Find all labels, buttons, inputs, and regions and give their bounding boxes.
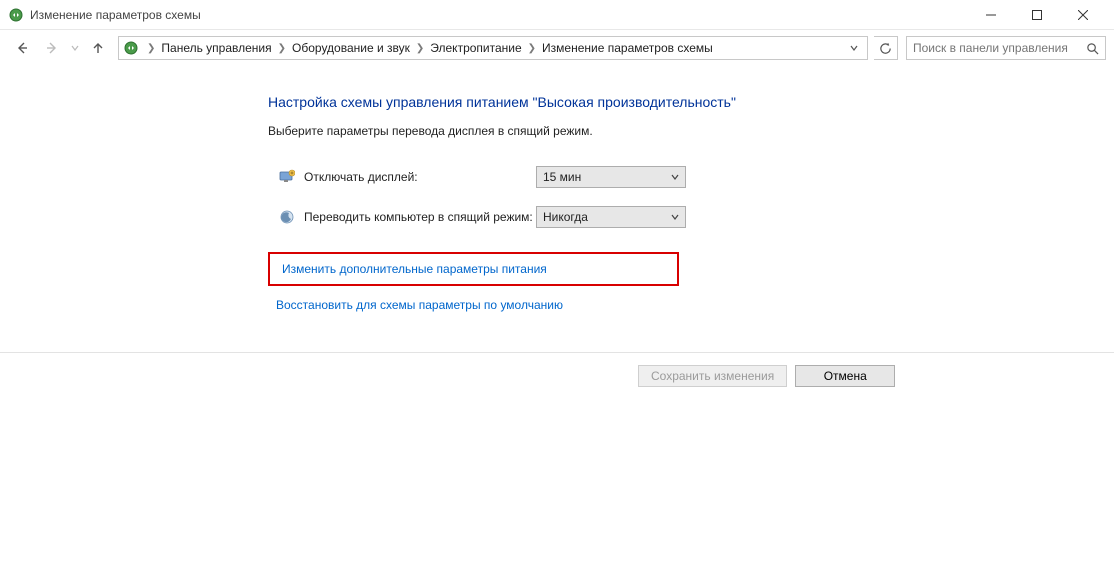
close-button[interactable] (1060, 0, 1106, 30)
breadcrumb-item[interactable]: Электропитание (429, 39, 522, 57)
chevron-right-icon[interactable]: ❯ (273, 43, 291, 54)
search-icon[interactable] (1085, 41, 1099, 55)
navigation-row: ❯ Панель управления ❯ Оборудование и зву… (0, 30, 1114, 66)
maximize-button[interactable] (1014, 0, 1060, 30)
app-icon (8, 7, 24, 23)
sleep-icon (278, 208, 296, 226)
recent-dropdown[interactable] (68, 36, 82, 60)
links-block: Изменить дополнительные параметры питани… (268, 252, 1094, 318)
page-subheading: Выберите параметры перевода дисплея в сп… (268, 124, 1094, 138)
setting-row-sleep: Переводить компьютер в спящий режим: Ник… (278, 206, 1094, 228)
chevron-down-icon (671, 210, 679, 224)
breadcrumb-item[interactable]: Панель управления (160, 39, 272, 57)
breadcrumb-item[interactable]: Изменение параметров схемы (541, 39, 714, 57)
forward-button[interactable] (38, 36, 66, 60)
content-area: Настройка схемы управления питанием "Выс… (0, 66, 1114, 338)
up-button[interactable] (84, 36, 112, 60)
breadcrumb-item[interactable]: Оборудование и звук (291, 39, 411, 57)
setting-label: Переводить компьютер в спящий режим: (304, 210, 536, 224)
setting-label: Отключать дисплей: (304, 170, 536, 184)
page-heading: Настройка схемы управления питанием "Выс… (268, 94, 1094, 110)
window-title: Изменение параметров схемы (30, 8, 201, 22)
chevron-down-icon (671, 170, 679, 184)
search-input[interactable] (913, 41, 1085, 55)
search-box[interactable] (906, 36, 1106, 60)
select-value: 15 мин (543, 170, 581, 184)
select-value: Никогда (543, 210, 588, 224)
chevron-right-icon[interactable]: ❯ (523, 43, 541, 54)
cancel-button[interactable]: Отмена (795, 365, 895, 387)
restore-defaults-link[interactable]: Восстановить для схемы параметры по умол… (268, 292, 571, 318)
address-bar[interactable]: ❯ Панель управления ❯ Оборудование и зву… (118, 36, 868, 60)
chevron-right-icon[interactable]: ❯ (142, 43, 160, 54)
setting-row-display: Отключать дисплей: 15 мин (278, 166, 1094, 188)
display-timeout-select[interactable]: 15 мин (536, 166, 686, 188)
display-icon (278, 168, 296, 186)
minimize-button[interactable] (968, 0, 1014, 30)
refresh-button[interactable] (874, 36, 898, 60)
back-button[interactable] (8, 36, 36, 60)
footer-buttons: Сохранить изменения Отмена (0, 353, 1114, 387)
titlebar: Изменение параметров схемы (0, 0, 1114, 30)
power-icon (122, 39, 140, 57)
advanced-power-settings-link[interactable]: Изменить дополнительные параметры питани… (268, 252, 679, 286)
sleep-timeout-select[interactable]: Никогда (536, 206, 686, 228)
address-dropdown[interactable] (844, 39, 864, 57)
chevron-right-icon[interactable]: ❯ (411, 43, 429, 54)
save-button[interactable]: Сохранить изменения (638, 365, 787, 387)
